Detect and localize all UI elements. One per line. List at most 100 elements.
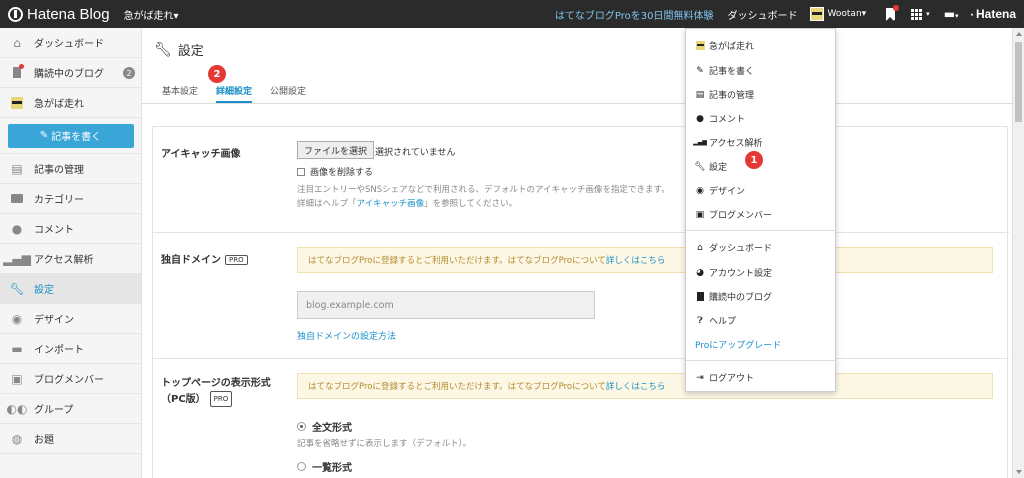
sidebar-item-blog[interactable]: 急がば走れ — [0, 88, 141, 118]
menu-item-dashboard[interactable]: ⌂ ダッシュボード — [695, 241, 772, 255]
comment-icon: ● — [11, 221, 23, 236]
tab-basic[interactable]: 基本設定 — [162, 84, 198, 97]
sidebar-item-group[interactable]: ◐◐ グループ — [0, 394, 141, 424]
toppage-pro-details-link[interactable]: 詳しくはこちら — [606, 380, 666, 392]
message-icon[interactable]: ▬▾ — [944, 7, 959, 21]
comment-icon: ● — [696, 113, 704, 124]
group-icon: ◐◐ — [6, 401, 28, 416]
domain-pro-notice: はてなブログProに登録するとご利用いただけます。はてなブログProについて 詳し… — [297, 247, 993, 273]
palette-icon: ◉ — [11, 311, 23, 326]
delete-image-checkbox[interactable] — [297, 167, 305, 176]
user-menu[interactable]: Wootan▾ — [809, 7, 866, 21]
sidebar-item-design[interactable]: ◉ デザイン — [0, 304, 141, 334]
sidebar-item-dashboard[interactable]: ⌂ ダッシュボード — [0, 28, 141, 58]
edit-icon: ✎ — [39, 130, 49, 141]
logout-icon: ⇥ — [696, 372, 704, 383]
menu-item-subscribed[interactable]: 購読中のブログ — [695, 290, 772, 303]
members-icon: ▣ — [11, 371, 23, 386]
toppage-label: トップページの表示形式 （PC版） PRO — [161, 378, 271, 407]
eyecatch-label: アイキャッチ画像 — [161, 149, 241, 160]
bookmark-icon — [10, 63, 24, 80]
settings-form: アイキャッチ画像 ファイルを選択 選択されていません 画像を削除する 注目エント… — [152, 126, 1009, 478]
pro-tag: PRO — [225, 255, 248, 265]
subscribed-count-badge: 2 — [123, 67, 135, 79]
full-text-desc: 記事を省略せずに表示します（デフォルト）。 — [297, 439, 472, 449]
menu-item-write[interactable]: ✎ 記事を書く — [695, 64, 754, 78]
top-bar: Hatena Blog 急がば走れ▾ はてなブログProを30日間無料体験 ダッ… — [0, 0, 1024, 28]
scroll-thumb[interactable] — [1015, 42, 1022, 122]
grid-icon — [911, 8, 923, 20]
sidebar-item-comment[interactable]: ● コメント — [0, 214, 141, 244]
annotation-marker-1: 1 — [745, 151, 763, 169]
menu-item-upgrade[interactable]: Proにアップグレード — [695, 338, 781, 351]
user-dropdown-menu: 急がば走れ ✎ 記事を書く ▤ 記事の管理 ● コメント ▂▄▆ アクセス解析 🔧︎ 設定… — [685, 28, 836, 392]
import-icon: ▬ — [11, 341, 23, 356]
help-icon: ❓︎ — [697, 315, 703, 326]
tab-publish[interactable]: 公開設定 — [270, 84, 306, 97]
scrollbar[interactable] — [1012, 28, 1024, 478]
menu-separator — [686, 360, 835, 361]
blog-avatar-icon — [695, 41, 705, 51]
menu-item-logout[interactable]: ⇥ ログアウト — [695, 371, 754, 385]
menu-item-manage[interactable]: ▤ 記事の管理 — [695, 88, 754, 102]
list-option[interactable]: 一覧形式 — [297, 459, 352, 474]
file-status: 選択されていません — [375, 148, 456, 158]
topic-icon: ◍ — [11, 431, 23, 446]
scroll-down-arrow-icon[interactable] — [1016, 470, 1022, 474]
sidebar-item-category[interactable]: カテゴリー — [0, 184, 141, 214]
dashboard-link[interactable]: ダッシュボード — [728, 7, 798, 22]
blog-selector[interactable]: 急がば走れ▾ — [124, 7, 179, 22]
menu-item-blog[interactable]: 急がば走れ — [695, 39, 754, 52]
wrench-icon: 🔧︎ — [9, 281, 25, 296]
toppage-section: トップページの表示形式 （PC版） PRO はてなブログProに登録するとご利用い… — [153, 359, 1009, 478]
eyecatch-help-link[interactable]: アイキャッチ画像 — [357, 199, 425, 209]
account-icon: ◕ — [696, 267, 704, 278]
sidebar-item-manage[interactable]: ▤ 記事の管理 — [0, 154, 141, 184]
hatena-link[interactable]: ◔ Hatena — [969, 7, 1016, 21]
domain-setup-link[interactable]: 独自ドメインの設定方法 — [297, 329, 396, 342]
settings-tabs: 基本設定 詳細設定 公開設定 — [142, 78, 1012, 104]
domain-input[interactable]: blog.example.com — [297, 291, 595, 319]
home-icon: ⌂ — [697, 242, 703, 253]
apps-menu[interactable]: ▾ — [911, 8, 930, 20]
file-select-button[interactable]: ファイルを選択 — [297, 141, 375, 159]
sidebar-item-import[interactable]: ▬ インポート — [0, 334, 141, 364]
bookmark-icon — [695, 292, 705, 302]
sidebar-item-settings[interactable]: 🔧︎ 設定 — [0, 274, 141, 304]
write-article-button[interactable]: ✎ 記事を書く — [7, 123, 134, 148]
members-icon: ▣ — [695, 209, 705, 220]
main-content: 🔧︎ 設定 基本設定 詳細設定 公開設定 アイキャッチ画像 ファイルを選択 選択… — [142, 28, 1012, 478]
document-icon: ▤ — [11, 161, 23, 176]
page-title: 🔧︎ 設定 — [154, 41, 204, 60]
sidebar-item-topic[interactable]: ◍ お題 — [0, 424, 141, 454]
tab-advanced[interactable]: 詳細設定 — [216, 84, 253, 103]
pro-trial-link[interactable]: はてなブログProを30日間無料体験 — [555, 7, 714, 22]
bar-chart-icon: ▂▄▆ — [3, 251, 31, 266]
sidebar-item-subscribed[interactable]: 購読中のブログ 2 — [0, 58, 141, 88]
sidebar-item-members[interactable]: ▣ ブログメンバー — [0, 364, 141, 394]
eyecatch-help-2: 詳細はヘルプ「アイキャッチ画像」を参照してください。 — [297, 199, 518, 209]
eyecatch-help-1: 注目エントリーやSNSシェアなどで利用される、デフォルトのアイキャッチ画像を指定… — [297, 185, 670, 195]
menu-item-comment[interactable]: ● コメント — [695, 112, 745, 126]
pro-tag: PRO — [209, 391, 233, 407]
menu-item-account[interactable]: ◕ アカウント設定 — [695, 266, 772, 280]
hatena-blog-logo[interactable]: Hatena Blog — [8, 6, 110, 23]
delete-image-option[interactable]: 画像を削除する — [297, 165, 373, 178]
menu-item-help[interactable]: ❓︎ ヘルプ — [695, 314, 736, 328]
menu-item-members[interactable]: ▣ ブログメンバー — [695, 208, 772, 222]
scroll-up-arrow-icon[interactable] — [1016, 32, 1022, 36]
list-radio[interactable] — [297, 462, 306, 471]
full-text-option[interactable]: 全文形式 — [297, 419, 352, 434]
bookmark-icon[interactable] — [886, 5, 900, 21]
full-text-radio[interactable] — [297, 422, 306, 431]
wrench-icon: 🔧︎ — [154, 41, 172, 58]
menu-item-settings[interactable]: 🔧︎ 設定 — [694, 160, 727, 174]
domain-label: 独自ドメイン PRO — [161, 251, 248, 266]
menu-item-access[interactable]: ▂▄▆ アクセス解析 — [693, 136, 762, 149]
domain-pro-details-link[interactable]: 詳しくはこちら — [606, 254, 666, 266]
annotation-marker-2: 2 — [208, 65, 226, 83]
domain-section: 独自ドメイン PRO はてなブログProに登録するとご利用いただけます。はてなブロ… — [153, 233, 1009, 359]
sidebar-item-access[interactable]: ▂▄▆ アクセス解析 — [0, 244, 141, 274]
menu-item-design[interactable]: ◉ デザイン — [695, 184, 745, 198]
palette-icon: ◉ — [696, 185, 704, 196]
